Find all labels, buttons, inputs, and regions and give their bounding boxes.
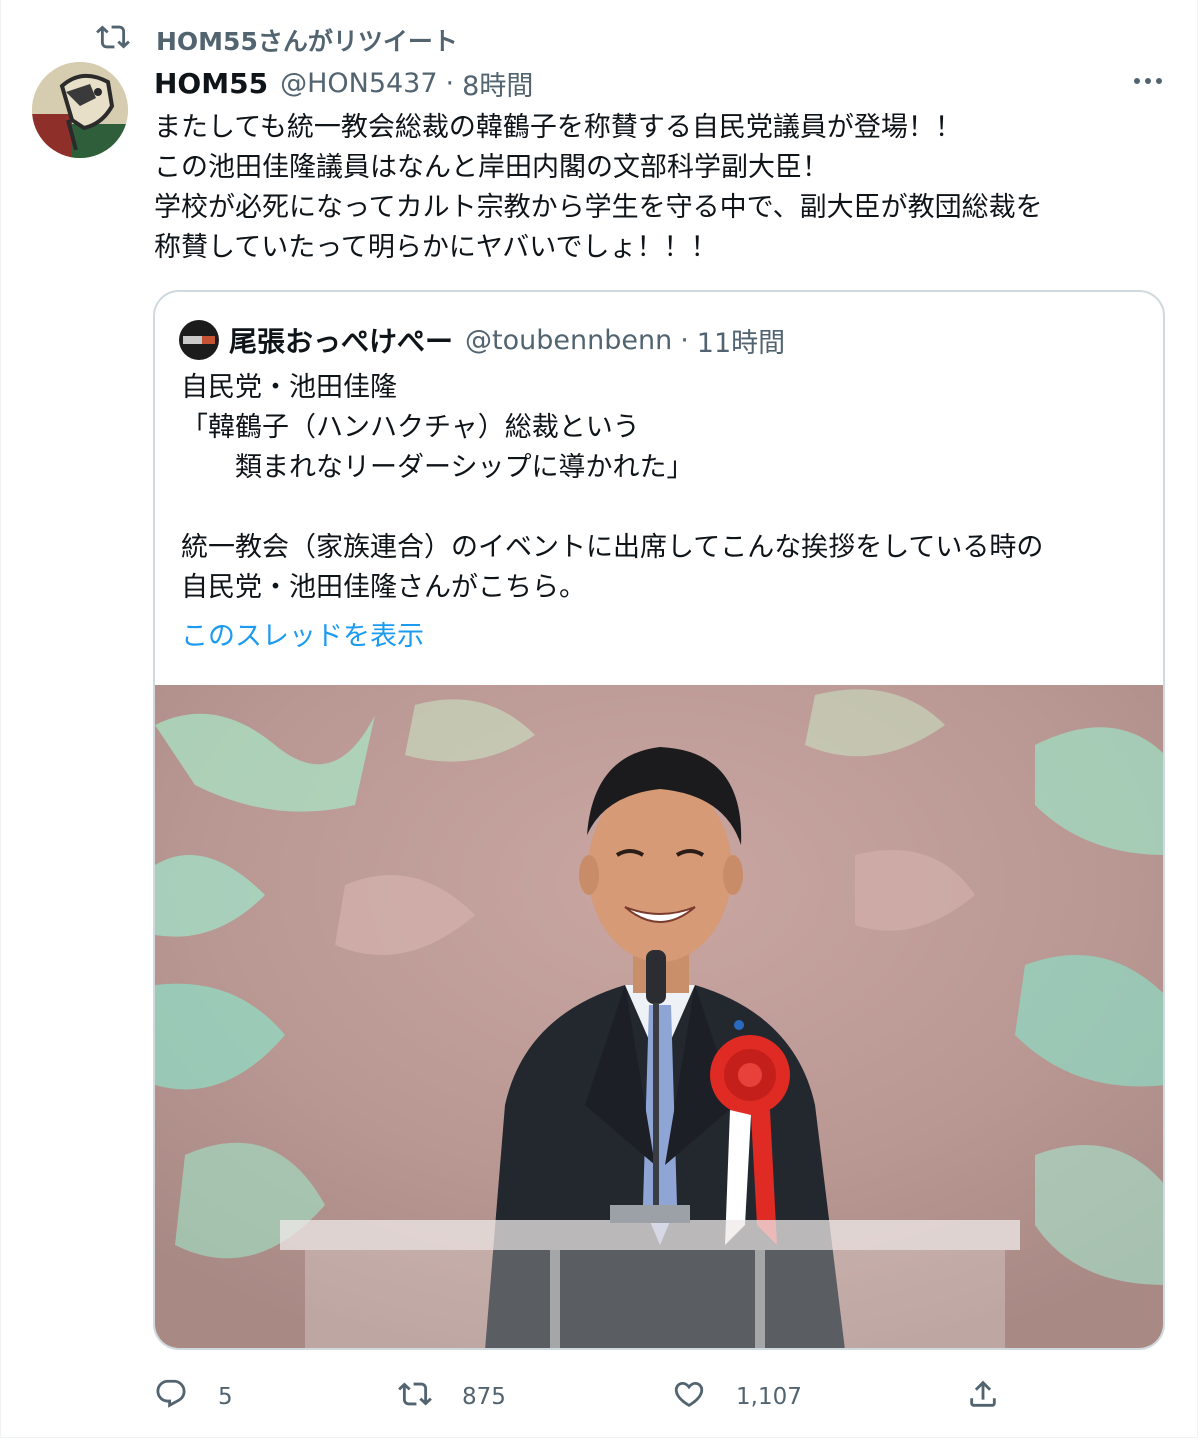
quoted-text-line: 自民党・池田佳隆さんがこちら。 (181, 572, 586, 603)
quoted-text-line (181, 488, 1151, 528)
tweet-header: HOM55 @HON5437 · 8時間 (154, 62, 533, 104)
quoted-text-line: 統一教会（家族連合）のイベントに出席してこんな挨拶をしている時の (181, 532, 1044, 563)
quoted-photo[interactable] (155, 685, 1163, 1348)
more-icon[interactable] (1126, 66, 1170, 96)
retweet-context-label: HOM55さんがリツイート (156, 27, 458, 56)
tweet-timestamp[interactable]: 8時間 (462, 64, 533, 103)
quoted-tweet-text: 自民党・池田佳隆 「韓鶴子（ハンハクチャ）総裁という 類まれなリーダーシップに導… (181, 368, 1151, 608)
quoted-timestamp: 11時間 (696, 327, 786, 359)
reply-button[interactable]: 5 (154, 1374, 233, 1420)
separator-dot: · (680, 324, 689, 356)
user-handle[interactable]: @HON5437 (280, 68, 437, 99)
quoted-tweet-header: 尾張おっぺけぺー @toubennbenn · 11時間 (179, 320, 785, 360)
tweet-text-line: 学校が必死になってカルト宗教から学生を守る中で、副大臣が教団総裁を (154, 192, 1043, 223)
tweet-actions: 5 875 1,107 (154, 1374, 1014, 1420)
retweet-context[interactable]: HOM55さんがリツイート (96, 22, 458, 58)
like-count: 1,107 (736, 1384, 802, 1410)
retweet-count: 875 (462, 1384, 506, 1410)
retweet-icon (96, 20, 130, 60)
quoted-user-handle: @toubennbenn (465, 324, 673, 356)
tweet-text-line: この池田佳隆議員はなんと岸田内閣の文部科学副大臣！ (154, 152, 829, 183)
share-button[interactable] (966, 1374, 1000, 1420)
quoted-tweet-card[interactable]: 尾張おっぺけぺー @toubennbenn · 11時間 自民党・池田佳隆 「韓… (153, 290, 1165, 1350)
quoted-text-line: 「韓鶴子（ハンハクチャ）総裁という (181, 412, 640, 443)
tweet-text-line: 称賛していたって明らかにヤバいでしょ！！！ (154, 232, 718, 263)
display-name[interactable]: HOM55 (154, 67, 268, 100)
quoted-display-name: 尾張おっぺけぺー (229, 325, 454, 358)
retweet-icon (398, 1377, 432, 1417)
avatar[interactable] (32, 62, 128, 158)
tweet-text-line: またしても統一教会総裁の韓鶴子を称賛する自民党議員が登場！！ (154, 112, 962, 143)
reply-count: 5 (218, 1384, 233, 1410)
separator-dot: · (445, 67, 455, 99)
retweet-button[interactable]: 875 (398, 1374, 506, 1420)
heart-icon (672, 1377, 706, 1417)
quoted-avatar (179, 320, 219, 360)
reply-icon (154, 1377, 188, 1417)
share-icon (966, 1377, 1000, 1417)
tweet-text: またしても統一教会総裁の韓鶴子を称賛する自民党議員が登場！！ この池田佳隆議員は… (154, 108, 1164, 268)
like-button[interactable]: 1,107 (672, 1374, 802, 1420)
quoted-text-line: 類まれなリーダーシップに導かれた」 (181, 452, 694, 483)
show-thread-link[interactable]: このスレッドを表示 (181, 614, 424, 653)
quoted-text-line: 自民党・池田佳隆 (181, 372, 397, 403)
